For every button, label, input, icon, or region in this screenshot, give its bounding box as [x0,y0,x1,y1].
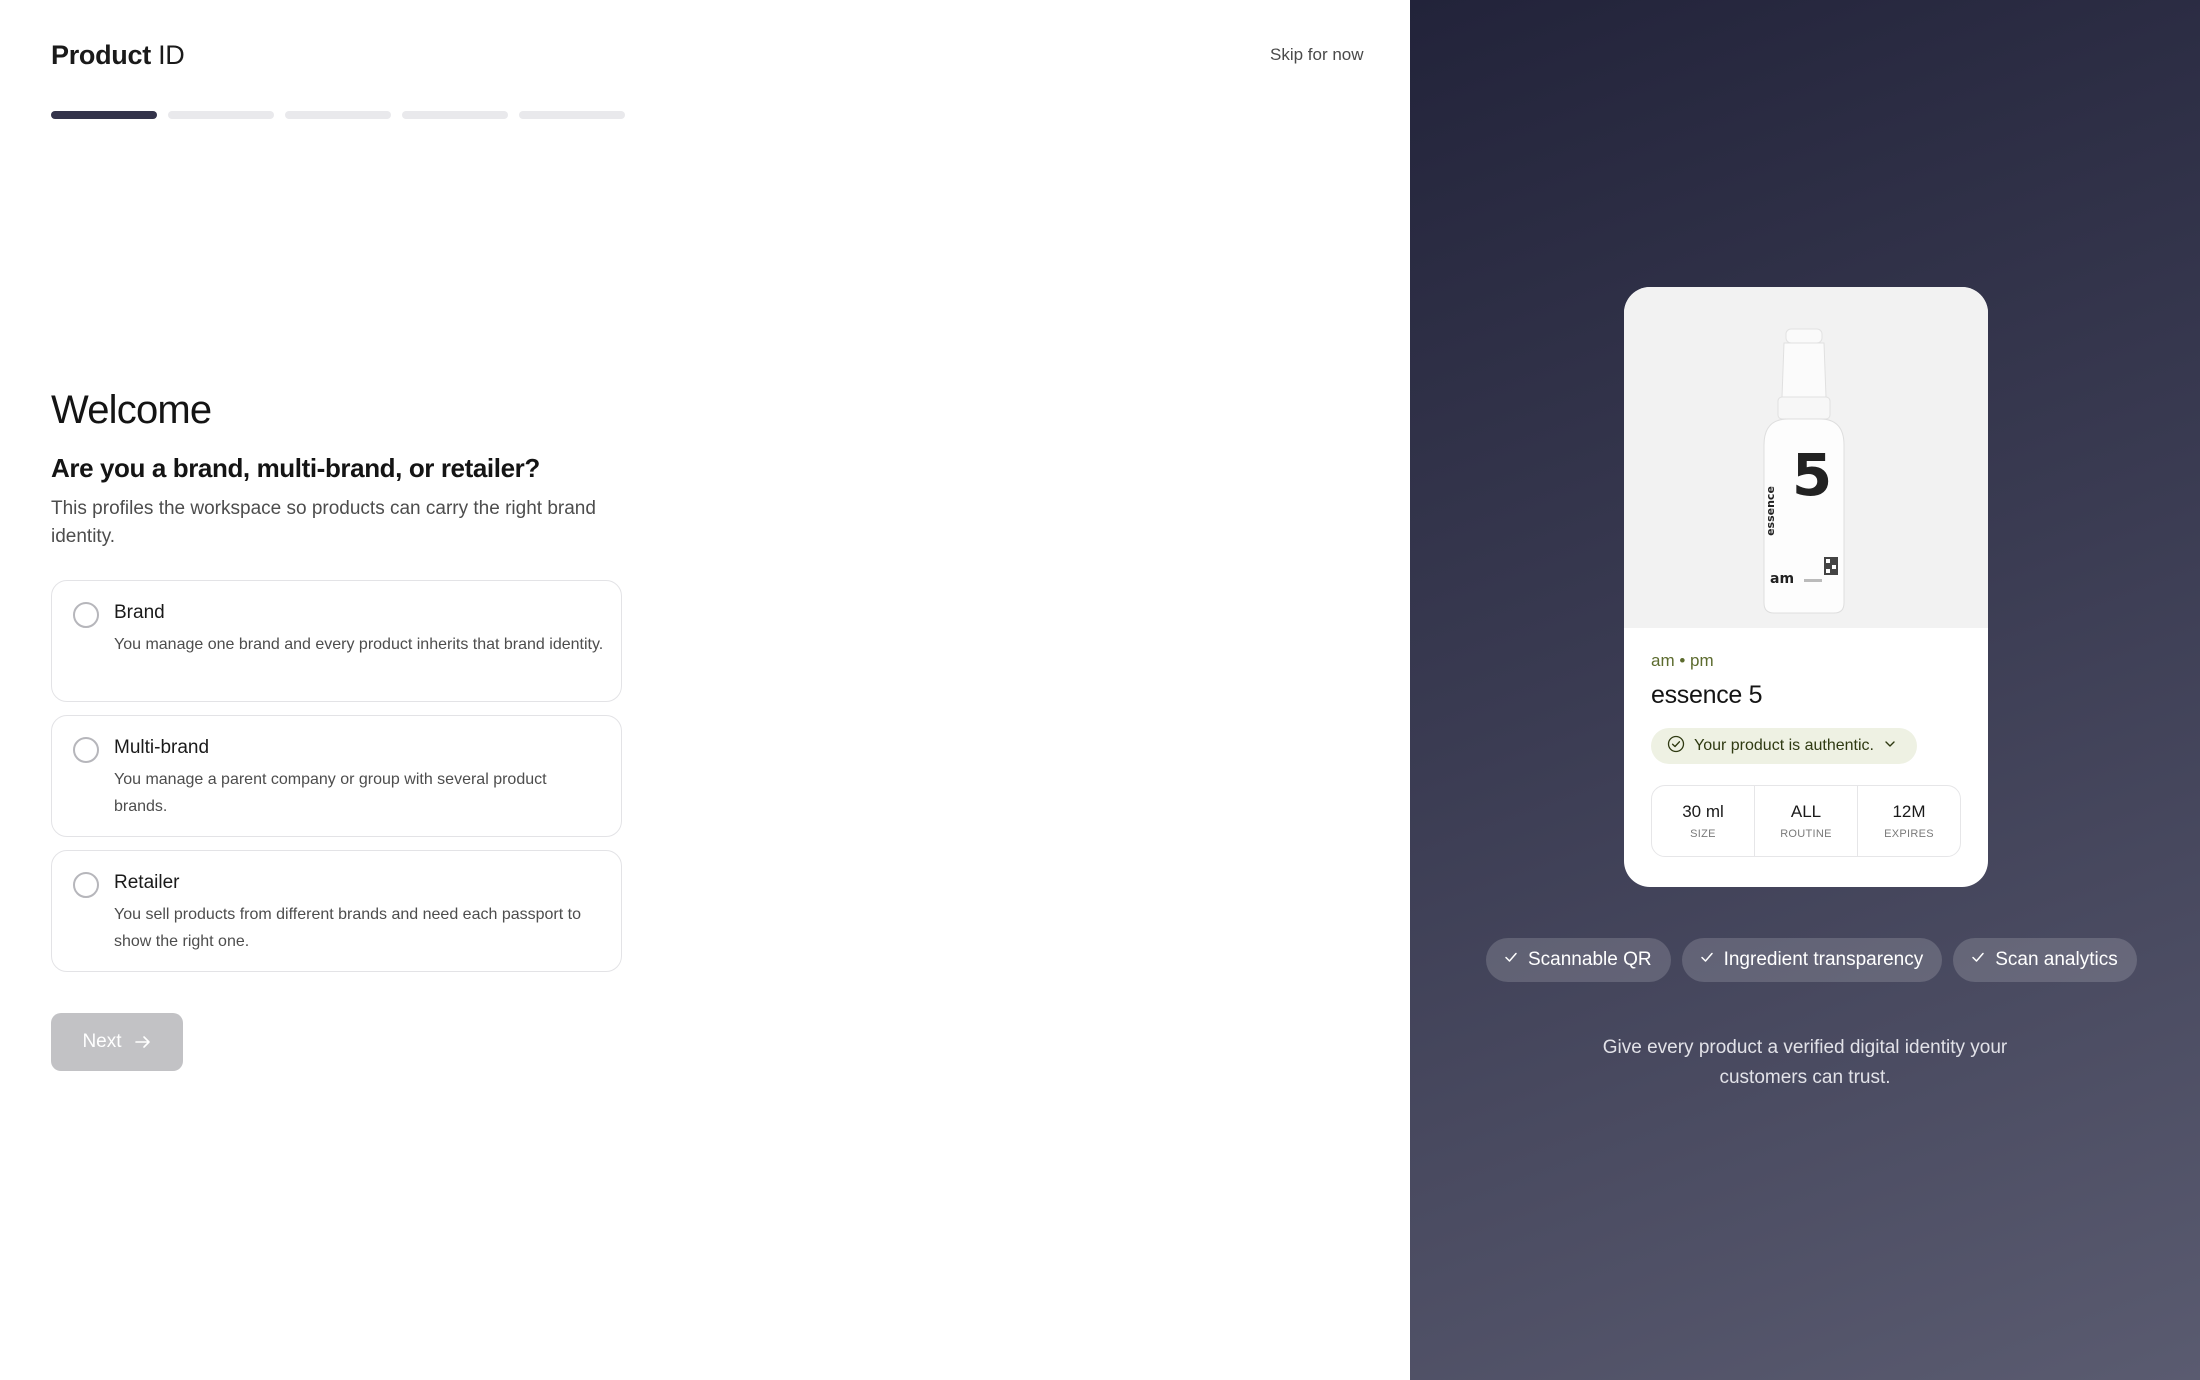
arrow-right-icon [134,1033,152,1051]
product-brand: am • pm [1651,651,1714,670]
option-title: Retailer [114,872,180,893]
product-image: 5 essence am [1624,287,1988,628]
radio-brand[interactable] [73,602,99,628]
feature-label: Ingredient transparency [1723,949,1924,970]
radio-multi-brand[interactable] [73,737,99,763]
chevron-down-icon [1883,737,1897,756]
product-stats: 30 ml SIZE ALL ROUTINE 12M EXPIRES [1651,785,1961,857]
next-button-label: Next [82,1031,122,1052]
feature-label: Scan analytics [1995,949,2118,970]
check-icon [1699,949,1715,971]
preview-tagline: Give every product a verified digital id… [1602,1037,2008,1088]
option-title: Brand [114,602,165,623]
progress-step-2 [168,111,274,119]
bottle-logo: am [1770,571,1794,587]
account-type-options: Brand You manage one brand and every pro… [51,580,622,985]
feature-pills: Scannable QR Ingredient transparency Sca… [1486,938,2137,982]
feature-pill: Scannable QR [1486,938,1671,982]
product-name: essence 5 [1651,681,1763,709]
stat-value: 30 ml [1682,802,1724,821]
page-title: Welcome [51,388,212,432]
check-circle-icon [1667,735,1685,758]
stat-routine: ALL ROUTINE [1755,786,1858,856]
option-retailer[interactable]: Retailer You sell products from differen… [51,850,622,972]
stat-expires: 12M EXPIRES [1858,786,1960,856]
bottle-word: essence [1764,486,1777,536]
progress-step-4 [402,111,508,119]
stat-value: ALL [1790,802,1822,821]
product-passport-card: 5 essence am am • pm essence 5 Your prod… [1624,287,1988,887]
check-icon [1503,949,1519,971]
option-multi-brand[interactable]: Multi-brand You manage a parent company … [51,715,622,837]
skip-link[interactable]: Skip for now [1270,45,1364,65]
option-description: You sell products from different brands … [114,906,581,950]
option-description: You manage one brand and every product i… [114,636,604,653]
question-subtitle: This profiles the workspace so products … [51,498,596,547]
option-brand[interactable]: Brand You manage one brand and every pro… [51,580,622,702]
stat-label: EXPIRES [1884,828,1934,840]
step-progress [51,111,625,119]
preview-panel: 5 essence am am • pm essence 5 Your prod… [1410,0,2200,1380]
authenticity-badge[interactable]: Your product is authentic. [1651,728,1917,764]
stat-label: SIZE [1690,828,1716,840]
bottle-illustration: 5 essence am [1763,328,1845,614]
feature-label: Scannable QR [1528,949,1652,970]
stat-value: 12M [1892,802,1926,821]
progress-step-3 [285,111,391,119]
question-heading: Are you a brand, multi-brand, or retaile… [51,453,540,483]
logo-bold-text: Product [51,40,151,70]
next-button[interactable]: Next [51,1013,183,1071]
onboarding-panel: Product ID Skip for now Welcome Are you … [0,0,1410,1380]
check-icon [1970,949,1986,971]
stat-label: ROUTINE [1780,828,1832,840]
feature-pill: Scan analytics [1953,938,2137,982]
authenticity-label: Your product is authentic. [1694,737,1874,754]
feature-pill: Ingredient transparency [1681,938,1943,982]
progress-step-5 [519,111,625,119]
option-title: Multi-brand [114,737,210,758]
app-logo: Product ID [51,40,185,71]
stat-size: 30 ml SIZE [1652,786,1755,856]
bottle-number: 5 [1792,441,1832,509]
radio-retailer[interactable] [73,872,99,898]
logo-light-text: ID [158,40,185,70]
progress-step-1 [51,111,157,119]
option-description: You manage a parent company or group wit… [114,771,547,815]
